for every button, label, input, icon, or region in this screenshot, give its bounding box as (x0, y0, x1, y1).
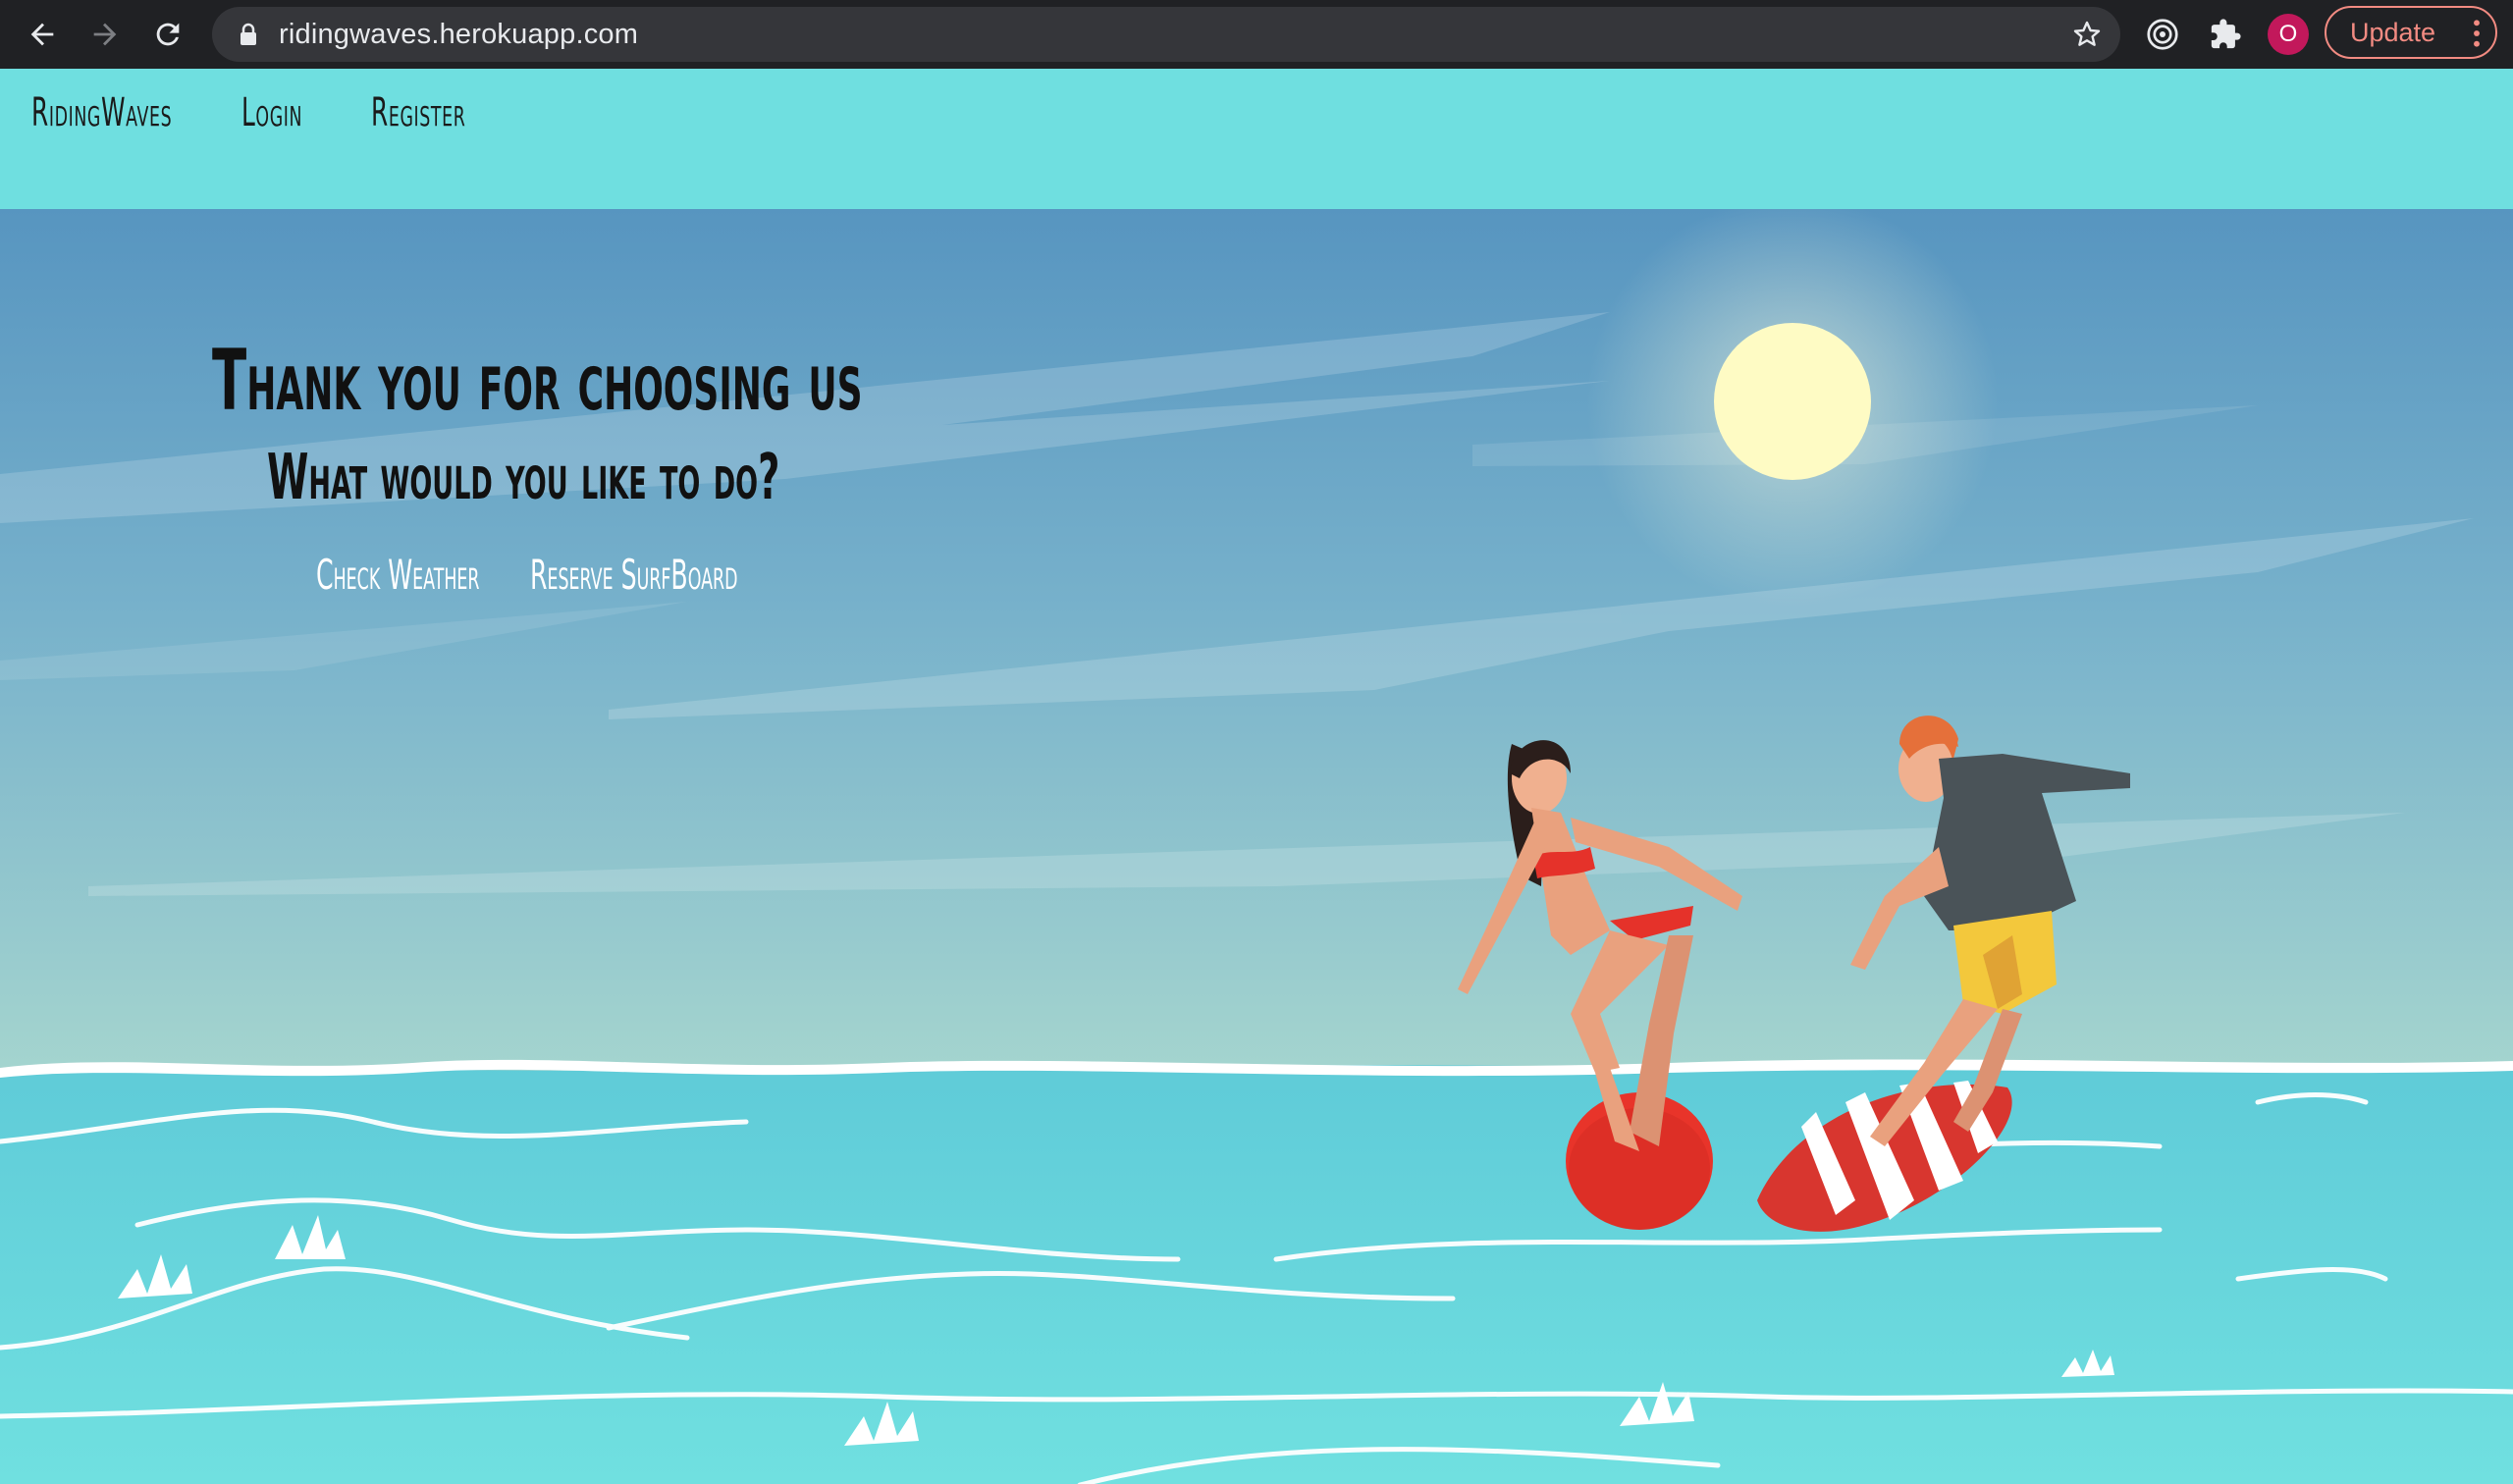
forward-icon[interactable] (80, 10, 130, 59)
check-weather-link[interactable]: Check Weather (316, 551, 480, 599)
site-navbar: RidingWaves Login Register (0, 69, 2513, 209)
reserve-surfboard-link[interactable]: Reserve SurfBoard (530, 551, 737, 599)
browser-toolbar: ridingwaves.herokuapp.com O Update (0, 0, 2513, 69)
hero-subtitle: What would you like to do? (267, 442, 780, 514)
hero-title: Thank you for choosing us (212, 332, 863, 430)
update-label: Update (2350, 17, 2436, 47)
address-bar[interactable]: ridingwaves.herokuapp.com (212, 7, 2120, 62)
kebab-menu-icon[interactable] (2472, 18, 2482, 56)
brand-link[interactable]: RidingWaves (31, 90, 172, 135)
lock-icon[interactable] (238, 23, 259, 50)
nav-register[interactable]: Register (371, 90, 465, 135)
update-button[interactable]: Update (2325, 6, 2497, 59)
profile-avatar[interactable]: O (2268, 14, 2309, 55)
nav-login[interactable]: Login (241, 90, 302, 135)
puzzle-icon[interactable] (2201, 10, 2250, 59)
reload-icon[interactable] (143, 10, 192, 59)
url-text: ridingwaves.herokuapp.com (279, 19, 639, 50)
back-icon[interactable] (18, 10, 67, 59)
star-icon[interactable] (2071, 19, 2103, 54)
target-icon[interactable] (2138, 10, 2187, 59)
hero-section: Thank you for choosing us What would you… (0, 209, 2513, 1484)
